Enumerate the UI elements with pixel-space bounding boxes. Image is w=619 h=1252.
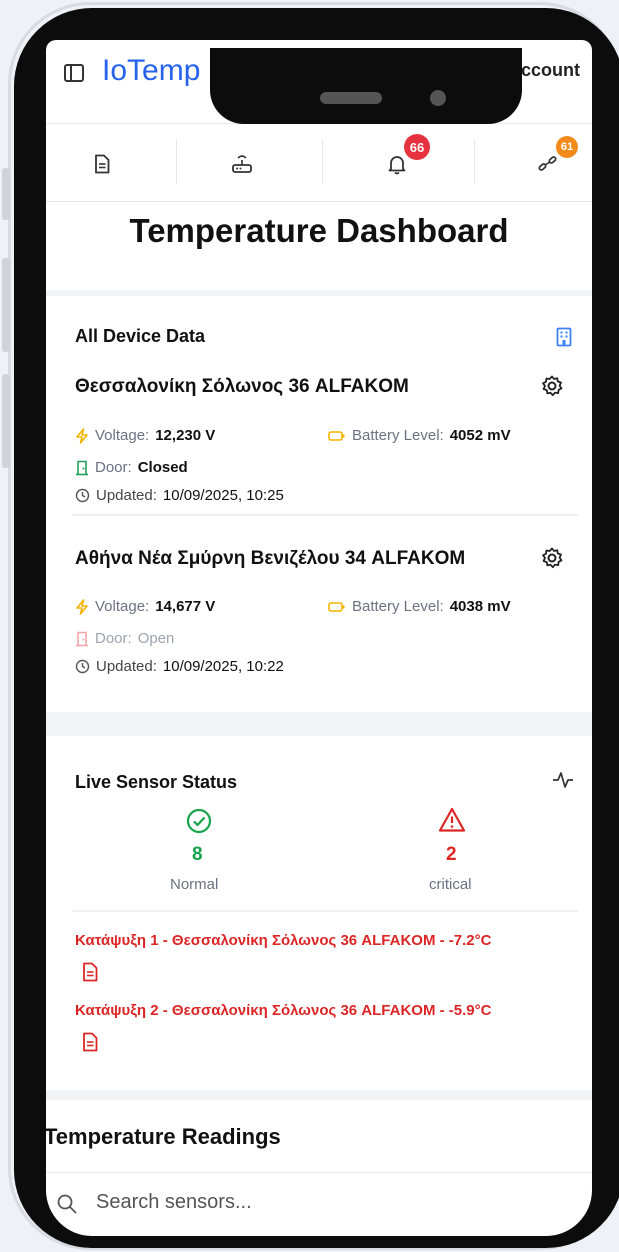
battery-icon — [328, 430, 345, 441]
critical-alert-text: Κατάψυξη 2 - Θεσσαλονίκη Σόλωνος 36 ALFA… — [75, 1002, 492, 1019]
nav-separator — [322, 140, 323, 184]
sidebar-toggle-icon[interactable] — [64, 64, 84, 82]
phone-side-button — [2, 258, 10, 352]
quick-nav-bar: 66 61 — [46, 124, 592, 202]
readings-title: Temperature Readings — [46, 1124, 281, 1149]
device-divider — [72, 514, 578, 516]
battery-row: Battery Level: 4052 mV — [328, 427, 511, 444]
updated-value: 10/09/2025, 10:25 — [162, 487, 284, 504]
notifications-nav-button[interactable]: 66 — [377, 134, 430, 182]
report-document-icon[interactable] — [81, 962, 99, 982]
door-status: Open — [137, 630, 175, 647]
gateways-nav-button[interactable] — [222, 146, 262, 182]
phone-side-button — [2, 374, 10, 468]
connections-nav-button[interactable]: 61 — [528, 136, 578, 182]
section-divider — [46, 290, 592, 296]
lightning-icon — [76, 427, 88, 444]
bell-icon — [388, 156, 406, 175]
critical-count: 2 — [446, 844, 457, 865]
critical-alert-text: Κατάψυξη 1 - Θεσσαλονίκη Σόλωνος 36 ALFA… — [75, 932, 492, 949]
voltage-row: Voltage: 12,230 V — [75, 427, 215, 444]
brand-logo[interactable]: IoTemp — [102, 54, 200, 88]
door-icon — [76, 631, 88, 646]
section-divider — [46, 712, 592, 736]
voltage-value: 12,230 V — [155, 427, 216, 444]
critical-label: critical — [429, 876, 472, 893]
section-divider — [46, 1090, 592, 1100]
door-label: Door: — [95, 630, 132, 647]
settings-gear-icon[interactable] — [540, 546, 564, 570]
device-name: Αθήνα Νέα Σμύρνη Βενιζέλου 34 ALFAKOM — [75, 548, 466, 569]
normal-count: 8 — [192, 844, 203, 865]
documents-nav-button[interactable] — [82, 146, 122, 182]
building-icon[interactable] — [556, 327, 572, 347]
check-circle-icon — [186, 808, 212, 834]
battery-row: Battery Level: 4038 mV — [328, 598, 511, 615]
door-row: Door: Open — [75, 630, 174, 647]
normal-label: Normal — [170, 876, 219, 893]
door-label: Door: — [95, 459, 132, 476]
status-divider — [72, 910, 578, 912]
door-icon — [76, 460, 88, 475]
nav-separator — [474, 140, 475, 184]
updated-row: Updated: 10/09/2025, 10:25 — [75, 487, 284, 504]
live-status-title: Live Sensor Status — [75, 772, 238, 792]
devices-section-title: All Device Data — [75, 326, 206, 346]
phone-camera — [430, 90, 446, 106]
page-title: Temperature Dashboard — [129, 212, 509, 249]
phone-speaker — [320, 92, 382, 104]
door-row: Door: Closed — [75, 459, 188, 476]
updated-row: Updated: 10/09/2025, 10:22 — [75, 658, 284, 675]
notifications-badge: 66 — [404, 134, 430, 160]
battery-value: 4052 mV — [449, 427, 511, 444]
link-icon — [538, 156, 557, 171]
updated-value: 10/09/2025, 10:22 — [162, 658, 284, 675]
warning-triangle-icon — [438, 807, 466, 832]
battery-value: 4038 mV — [449, 598, 511, 615]
nav-separator — [176, 140, 177, 184]
battery-label: Battery Level: — [352, 427, 444, 444]
voltage-label: Voltage: — [95, 427, 150, 444]
phone-side-button — [2, 168, 10, 220]
clock-icon — [75, 488, 90, 503]
phone-notch — [210, 48, 522, 124]
search-icon — [57, 1194, 77, 1214]
updated-label: Updated: — [96, 487, 157, 504]
connections-badge: 61 — [556, 136, 578, 158]
updated-label: Updated: — [96, 658, 157, 675]
voltage-row: Voltage: 14,677 V — [75, 598, 215, 615]
battery-label: Battery Level: — [352, 598, 444, 615]
clock-icon — [75, 659, 90, 674]
door-status: Closed — [137, 459, 188, 476]
report-document-icon[interactable] — [81, 1032, 99, 1052]
activity-icon[interactable] — [552, 770, 574, 790]
router-icon — [232, 155, 252, 173]
search-input[interactable] — [96, 1191, 396, 1214]
device-name: Θεσσαλονίκη Σόλωνος 36 ALFAKOM — [75, 376, 409, 397]
voltage-label: Voltage: — [95, 598, 150, 615]
app-screen: IoTemp Account 66 61 Temperature Dashboa… — [46, 40, 592, 1236]
lightning-icon — [76, 598, 88, 615]
document-icon — [95, 154, 110, 174]
search-bar — [46, 1172, 592, 1236]
battery-icon — [328, 601, 345, 612]
voltage-value: 14,677 V — [155, 598, 216, 615]
settings-gear-icon[interactable] — [540, 374, 564, 398]
